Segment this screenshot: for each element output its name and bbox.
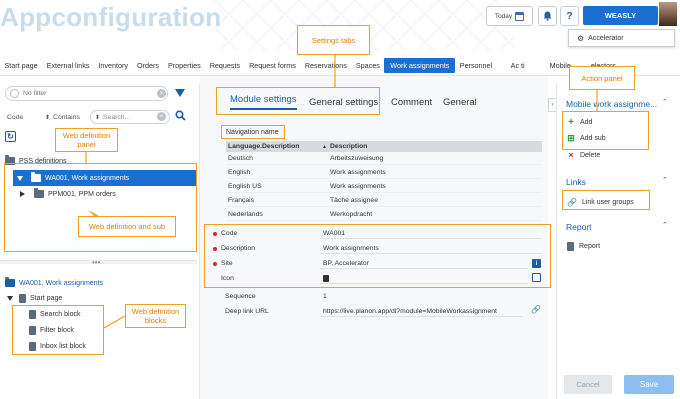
callout-connectors bbox=[85, 55, 598, 329]
